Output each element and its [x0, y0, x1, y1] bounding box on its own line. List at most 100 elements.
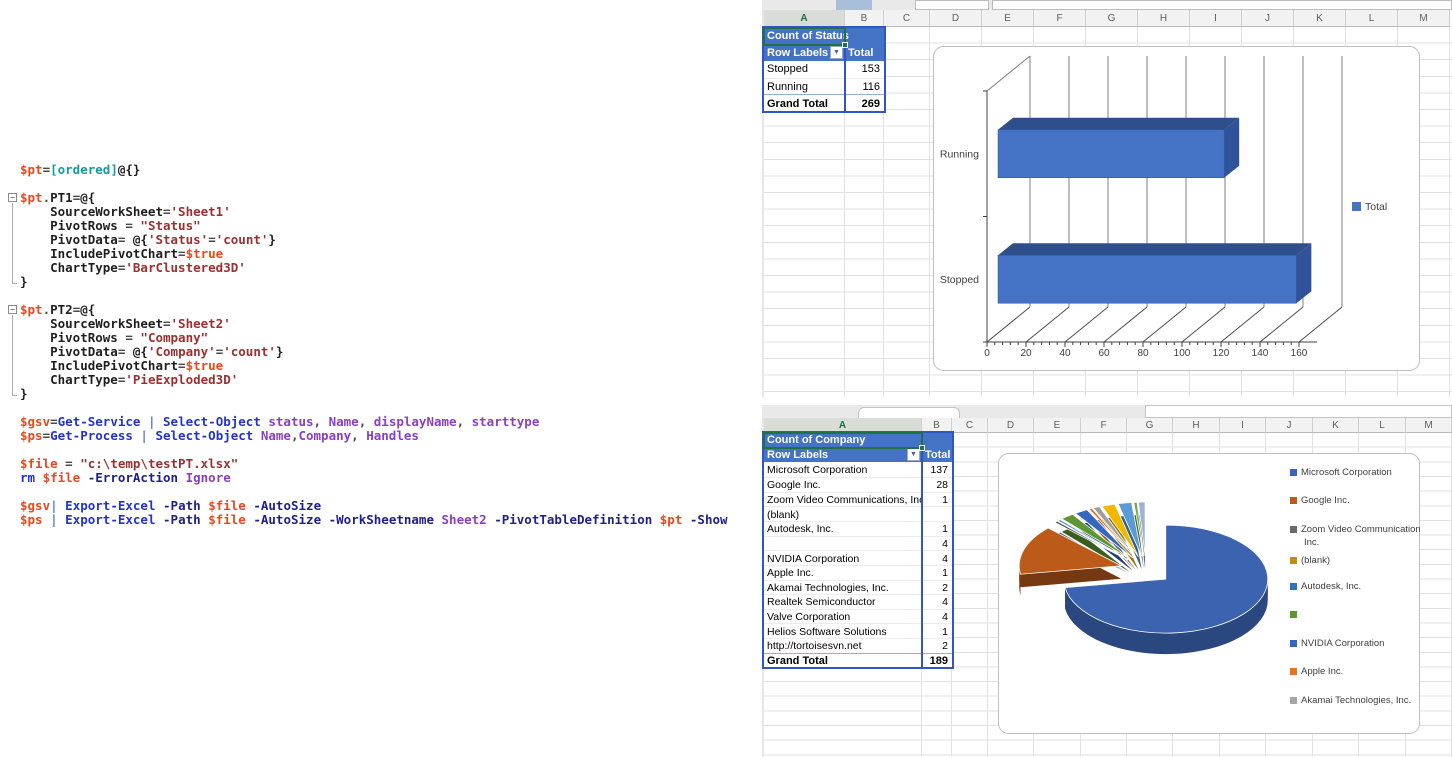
column-header-J[interactable]: J	[1266, 418, 1313, 433]
powershell-editor[interactable]: $pt=[ordered]@{} $pt.PT1=@{ SourceWorkShe…	[8, 163, 760, 543]
pivot-row-value[interactable]: 28	[922, 478, 952, 493]
pivot-row-value[interactable]	[922, 507, 952, 522]
code-line[interactable]: ChartType='BarClustered3D'	[20, 261, 246, 275]
pivot-row-label[interactable]: Akamai Technologies, Inc.	[764, 581, 922, 596]
pivot-row-value[interactable]: 1	[922, 522, 952, 537]
pivot-row-label[interactable]: (blank)	[764, 507, 922, 522]
column-header-H[interactable]: H	[1138, 10, 1190, 27]
pivot-value-header[interactable]: Total	[845, 45, 884, 62]
row-labels-filter-dropdown[interactable]: ▼	[830, 46, 843, 59]
pivot-row-label[interactable]	[764, 537, 922, 552]
bar-chart[interactable]: 020406080100120140160StoppedRunningTotal	[933, 46, 1420, 371]
code-line[interactable]: $gsv=Get-Service | Select-Object status,…	[20, 415, 539, 429]
pivot-row-label[interactable]: Google Inc.	[764, 478, 922, 493]
pivot-row-label[interactable]: Helios Software Solutions	[764, 624, 922, 639]
code-line[interactable]: PivotRows = "Company"	[20, 331, 208, 345]
pivot-row-label[interactable]: Realtek Semiconductor	[764, 595, 922, 610]
code-line[interactable]: $file = "c:\temp\testPT.xlsx"	[20, 457, 238, 471]
pivot-row-label[interactable]: Stopped	[764, 61, 845, 78]
selection-fill-handle[interactable]	[842, 42, 848, 48]
pivot-row-value[interactable]: 153	[845, 61, 884, 78]
column-header-K[interactable]: K	[1294, 10, 1346, 27]
pivot-grand-total-label[interactable]: Grand Total	[764, 95, 845, 112]
column-header-A[interactable]: A	[764, 10, 845, 27]
legend-label-line2: Inc.	[1304, 537, 1319, 548]
pivot-row-label[interactable]: Microsoft Corporation	[764, 462, 922, 477]
code-line[interactable]: $gsv| Export-Excel -Path $file -AutoSize	[20, 499, 321, 513]
column-header-D[interactable]: D	[930, 10, 982, 27]
code-token: =	[118, 344, 133, 359]
pie-chart[interactable]: Microsoft CorporationGoogle Inc.Zoom Vid…	[998, 453, 1420, 734]
pivot-grand-total-value[interactable]: 189	[922, 654, 952, 669]
column-header-C[interactable]: C	[884, 10, 930, 27]
pivot-row-value[interactable]: 4	[922, 551, 952, 566]
column-header-E[interactable]: E	[982, 10, 1034, 27]
pivot-row-label[interactable]: http://tortoisesvn.net	[764, 639, 922, 654]
column-header-J[interactable]: J	[1242, 10, 1294, 27]
column-header-G[interactable]: G	[1086, 10, 1138, 27]
pivot-value-header[interactable]: Total	[922, 448, 952, 463]
pivot-row-value[interactable]: 4	[922, 610, 952, 625]
column-header-M[interactable]: M	[1406, 418, 1452, 433]
fold-collapse-toggle-icon[interactable]: −	[8, 193, 17, 202]
pivot-row-labels-header[interactable]: Row Labels	[764, 448, 922, 463]
fold-collapse-toggle-icon[interactable]: −	[8, 305, 17, 314]
code-line[interactable]: IncludePivotChart=$true	[20, 359, 223, 373]
column-header-K[interactable]: K	[1313, 418, 1359, 433]
pivot-row-label[interactable]: NVIDIA Corporation	[764, 551, 922, 566]
pivot-title-cell[interactable]: Count of Company	[767, 434, 865, 446]
code-token: $ps	[20, 428, 43, 443]
column-header-G[interactable]: G	[1127, 418, 1173, 433]
pivot-row-label[interactable]: Running	[764, 79, 845, 96]
column-header-D[interactable]: D	[988, 418, 1034, 433]
pivot-row-label[interactable]: Autodesk, Inc.	[764, 522, 922, 537]
code-line[interactable]: SourceWorkSheet='Sheet1'	[20, 205, 231, 219]
column-header-L[interactable]: L	[1359, 418, 1406, 433]
code-line[interactable]: ChartType='PieExploded3D'	[20, 373, 238, 387]
code-line[interactable]: }	[20, 387, 28, 401]
code-token: -ErrorAction	[88, 470, 178, 485]
column-header-F[interactable]: F	[1081, 418, 1127, 433]
column-header-E[interactable]: E	[1034, 418, 1081, 433]
code-line[interactable]: $ps | Export-Excel -Path $file -AutoSize…	[20, 513, 728, 527]
code-line[interactable]: $pt.PT2=@{	[20, 303, 95, 317]
pivot-row-value[interactable]: 1	[922, 493, 952, 508]
pivot-row-value[interactable]: 2	[922, 639, 952, 654]
code-line[interactable]: PivotData= @{'Status'='count'}	[20, 233, 276, 247]
column-header-C[interactable]: C	[952, 418, 988, 433]
code-token: .	[43, 190, 51, 205]
column-header-B[interactable]: B	[845, 10, 884, 27]
code-line[interactable]: rm $file -ErrorAction Ignore	[20, 471, 231, 485]
pivot-row-value[interactable]: 1	[922, 624, 952, 639]
pivot-grand-total-label[interactable]: Grand Total	[764, 654, 922, 669]
pivot-row-value[interactable]: 1	[922, 566, 952, 581]
pivot-row-label[interactable]: Zoom Video Communications, Inc.	[764, 493, 922, 508]
code-line[interactable]: IncludePivotChart=$true	[20, 247, 223, 261]
pivot-title-cell[interactable]: Count of Status	[767, 30, 849, 42]
pivot-row-value[interactable]: 116	[845, 79, 884, 96]
pivot-row-value[interactable]: 4	[922, 537, 952, 552]
selection-fill-handle[interactable]	[919, 445, 925, 451]
bar-chart-svg: 020406080100120140160StoppedRunningTotal	[933, 46, 1420, 371]
pivot-grand-total-value[interactable]: 269	[845, 95, 884, 112]
code-line[interactable]: PivotRows = "Status"	[20, 219, 201, 233]
code-line[interactable]: $pt.PT1=@{	[20, 191, 95, 205]
column-header-I[interactable]: I	[1190, 10, 1242, 27]
pivot-row-value[interactable]: 4	[922, 595, 952, 610]
code-line[interactable]: $ps=Get-Process | Select-Object Name,Com…	[20, 429, 419, 443]
column-header-I[interactable]: I	[1220, 418, 1266, 433]
code-token: =	[163, 316, 171, 331]
column-header-M[interactable]: M	[1398, 10, 1450, 27]
code-line[interactable]: PivotData= @{'Company'='count'}	[20, 345, 283, 359]
pivot-row-value[interactable]: 2	[922, 581, 952, 596]
column-header-L[interactable]: L	[1346, 10, 1398, 27]
code-line[interactable]: SourceWorkSheet='Sheet2'	[20, 317, 231, 331]
pivot-row-value[interactable]: 137	[922, 462, 952, 477]
pivot-row-label[interactable]: Apple Inc.	[764, 566, 922, 581]
code-line[interactable]: $pt=[ordered]@{}	[20, 163, 140, 177]
column-header-H[interactable]: H	[1173, 418, 1220, 433]
column-header-F[interactable]: F	[1034, 10, 1086, 27]
legend-label: Apple Inc.	[1301, 666, 1343, 677]
pivot-row-label[interactable]: Valve Corporation	[764, 610, 922, 625]
code-line[interactable]: }	[20, 275, 28, 289]
